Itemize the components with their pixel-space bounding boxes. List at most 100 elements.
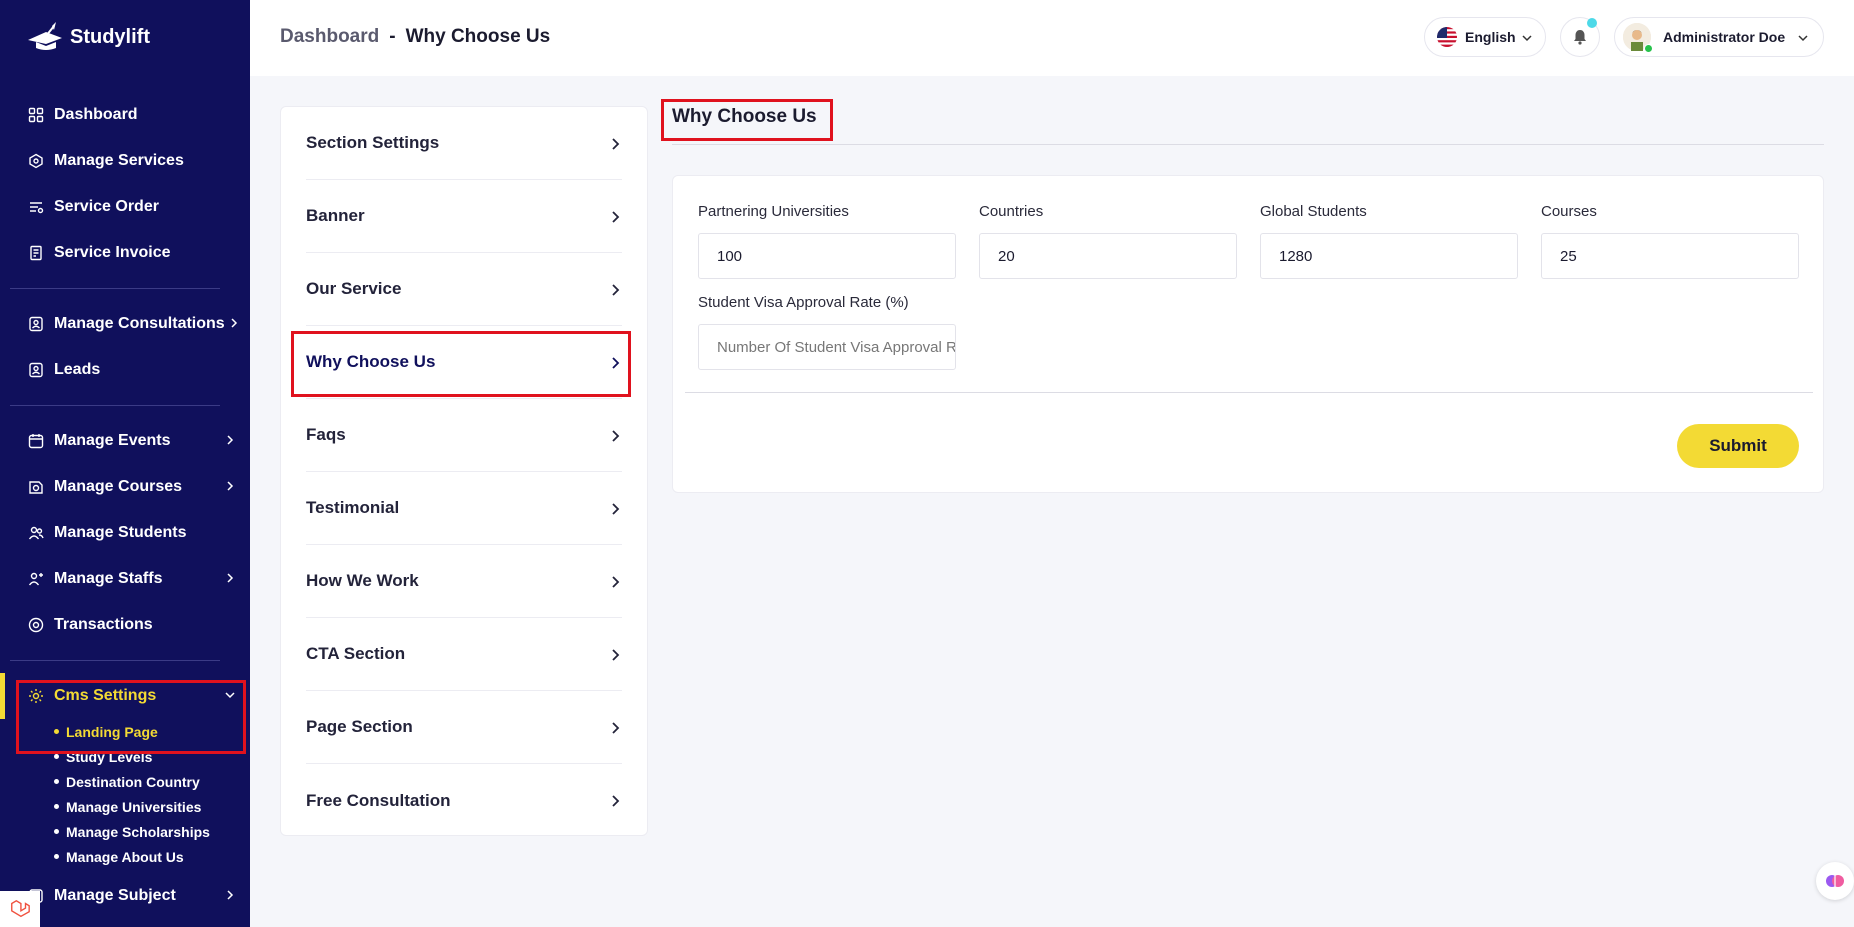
user-menu[interactable]: Administrator Doe bbox=[1614, 17, 1824, 57]
settings-menu-item[interactable]: CTA Section bbox=[306, 618, 622, 691]
chevron-right-icon bbox=[612, 576, 620, 588]
field-students: Global Students bbox=[1260, 203, 1518, 279]
settings-menu-item-active[interactable]: Why Choose Us bbox=[306, 326, 622, 399]
settings-menu-item[interactable]: Faqs bbox=[306, 399, 622, 472]
breadcrumb-current: Why Choose Us bbox=[405, 26, 551, 47]
bell-icon bbox=[1574, 30, 1586, 45]
chevron-right-icon bbox=[227, 481, 234, 491]
settings-menu-item[interactable]: Our Service bbox=[306, 253, 622, 326]
sidebar-item-service-invoice[interactable]: Service Invoice bbox=[0, 230, 250, 276]
settings-menu-label: How We Work bbox=[306, 571, 419, 590]
students-label: Global Students bbox=[1260, 203, 1367, 220]
settings-menu-label: Our Service bbox=[306, 279, 402, 298]
chevron-right-icon bbox=[227, 573, 234, 583]
settings-menu-label: Testimonial bbox=[306, 498, 400, 517]
sidebar-nav: Dashboard Manage Services Service Order … bbox=[0, 92, 250, 919]
brand-name: Studylift bbox=[70, 25, 150, 48]
settings-menu-label: Faqs bbox=[306, 425, 346, 444]
submenu-item-landing-page[interactable]: Landing Page bbox=[54, 719, 250, 744]
sidebar-item-dashboard[interactable]: Dashboard bbox=[0, 92, 250, 138]
brand[interactable]: Studylift bbox=[26, 22, 150, 52]
settings-menu-label: CTA Section bbox=[306, 644, 406, 663]
sidebar-item-label: Manage Subject bbox=[54, 887, 176, 904]
sidebar-item-label: Dashboard bbox=[54, 106, 138, 123]
breadcrumb-separator: - bbox=[389, 26, 396, 47]
sidebar-divider bbox=[10, 660, 220, 661]
universities-input[interactable] bbox=[698, 233, 956, 279]
language-selector[interactable]: English bbox=[1424, 17, 1546, 57]
cms-submenu: Landing Page Study Levels Destination Co… bbox=[0, 719, 250, 869]
countries-input[interactable] bbox=[979, 233, 1237, 279]
settings-menu-label: Section Settings bbox=[306, 133, 440, 152]
avatar bbox=[1623, 23, 1653, 53]
sidebar-item-leads[interactable]: Leads bbox=[0, 347, 250, 393]
submenu-item-study-levels[interactable]: Study Levels bbox=[54, 744, 250, 769]
sidebar-item-manage-staffs[interactable]: Manage Staffs bbox=[0, 556, 250, 602]
chevron-down-icon bbox=[1522, 35, 1532, 42]
students-icon bbox=[28, 525, 44, 541]
online-status-dot bbox=[1644, 44, 1653, 53]
why-choose-us-form: Partnering Universities Countries Global… bbox=[672, 175, 1824, 493]
chevron-right-icon bbox=[227, 890, 234, 900]
sidebar-item-manage-courses[interactable]: Manage Courses bbox=[0, 464, 250, 510]
courses-input[interactable] bbox=[1541, 233, 1799, 279]
chevron-right-icon bbox=[231, 318, 238, 328]
breadcrumb: Dashboard - Why Choose Us bbox=[280, 26, 550, 48]
settings-menu-item[interactable]: Section Settings bbox=[306, 107, 622, 180]
sidebar-item-manage-consultations[interactable]: Manage Consultations bbox=[0, 301, 250, 347]
sidebar-item-label: Manage Consultations bbox=[54, 315, 225, 332]
chevron-right-icon bbox=[612, 284, 620, 296]
sidebar-item-label: Service Order bbox=[54, 198, 159, 215]
settings-menu-item[interactable]: Free Consultation bbox=[306, 764, 622, 837]
field-universities: Partnering Universities bbox=[698, 203, 956, 279]
settings-menu-label: Banner bbox=[306, 206, 365, 225]
visa-rate-input[interactable] bbox=[698, 324, 956, 370]
settings-menu-item[interactable]: Banner bbox=[306, 180, 622, 253]
countries-label: Countries bbox=[979, 203, 1044, 220]
students-input[interactable] bbox=[1260, 233, 1518, 279]
settings-menu-label: Page Section bbox=[306, 717, 413, 736]
sidebar-item-service-order[interactable]: Service Order bbox=[0, 184, 250, 230]
staffs-icon bbox=[28, 571, 44, 587]
field-countries: Countries bbox=[979, 203, 1237, 279]
submenu-item-destination-country[interactable]: Destination Country bbox=[54, 769, 250, 794]
laravel-icon[interactable] bbox=[0, 891, 40, 927]
floating-assistant-button[interactable] bbox=[1816, 862, 1854, 900]
breadcrumb-root[interactable]: Dashboard bbox=[280, 26, 379, 48]
sidebar-divider bbox=[10, 288, 220, 289]
submit-button[interactable]: Submit bbox=[1677, 424, 1799, 468]
settings-menu-item[interactable]: Testimonial bbox=[306, 472, 622, 545]
top-header: Dashboard - Why Choose Us English Admini… bbox=[250, 0, 1854, 76]
sidebar-item-transactions[interactable]: Transactions bbox=[0, 602, 250, 648]
chevron-right-icon bbox=[612, 430, 620, 442]
chevron-right-icon bbox=[612, 357, 620, 369]
transactions-icon bbox=[28, 617, 44, 633]
sidebar-item-label: Cms Settings bbox=[54, 687, 157, 704]
notification-button[interactable] bbox=[1560, 17, 1600, 57]
chevron-right-icon bbox=[612, 503, 620, 515]
user-name: Administrator Doe bbox=[1663, 29, 1786, 45]
sidebar-item-manage-events[interactable]: Manage Events bbox=[0, 418, 250, 464]
active-indicator bbox=[0, 673, 5, 719]
sidebar-item-manage-students[interactable]: Manage Students bbox=[0, 510, 250, 556]
grid-icon bbox=[28, 107, 44, 123]
chevron-right-icon bbox=[612, 138, 620, 150]
services-icon bbox=[28, 153, 44, 169]
submenu-item-manage-universities[interactable]: Manage Universities bbox=[54, 794, 250, 819]
chevron-right-icon bbox=[612, 649, 620, 661]
sidebar-item-label: Manage Events bbox=[54, 432, 171, 449]
chevron-right-icon bbox=[612, 211, 620, 223]
us-flag-icon bbox=[1437, 27, 1457, 47]
sidebar-item-label: Transactions bbox=[54, 616, 153, 633]
sidebar-item-cms-settings[interactable]: Cms Settings bbox=[0, 673, 250, 719]
courses-label: Courses bbox=[1541, 203, 1597, 220]
submenu-item-manage-about-us[interactable]: Manage About Us bbox=[54, 844, 250, 869]
submenu-item-manage-scholarships[interactable]: Manage Scholarships bbox=[54, 819, 250, 844]
sidebar-item-manage-services[interactable]: Manage Services bbox=[0, 138, 250, 184]
settings-menu-item[interactable]: How We Work bbox=[306, 545, 622, 618]
sidebar-item-label: Manage Services bbox=[54, 152, 184, 169]
chevron-right-icon bbox=[612, 722, 620, 734]
sidebar-item-label: Leads bbox=[54, 361, 101, 378]
field-visa-rate: Student Visa Approval Rate (%) bbox=[698, 294, 956, 370]
settings-menu-item[interactable]: Page Section bbox=[306, 691, 622, 764]
